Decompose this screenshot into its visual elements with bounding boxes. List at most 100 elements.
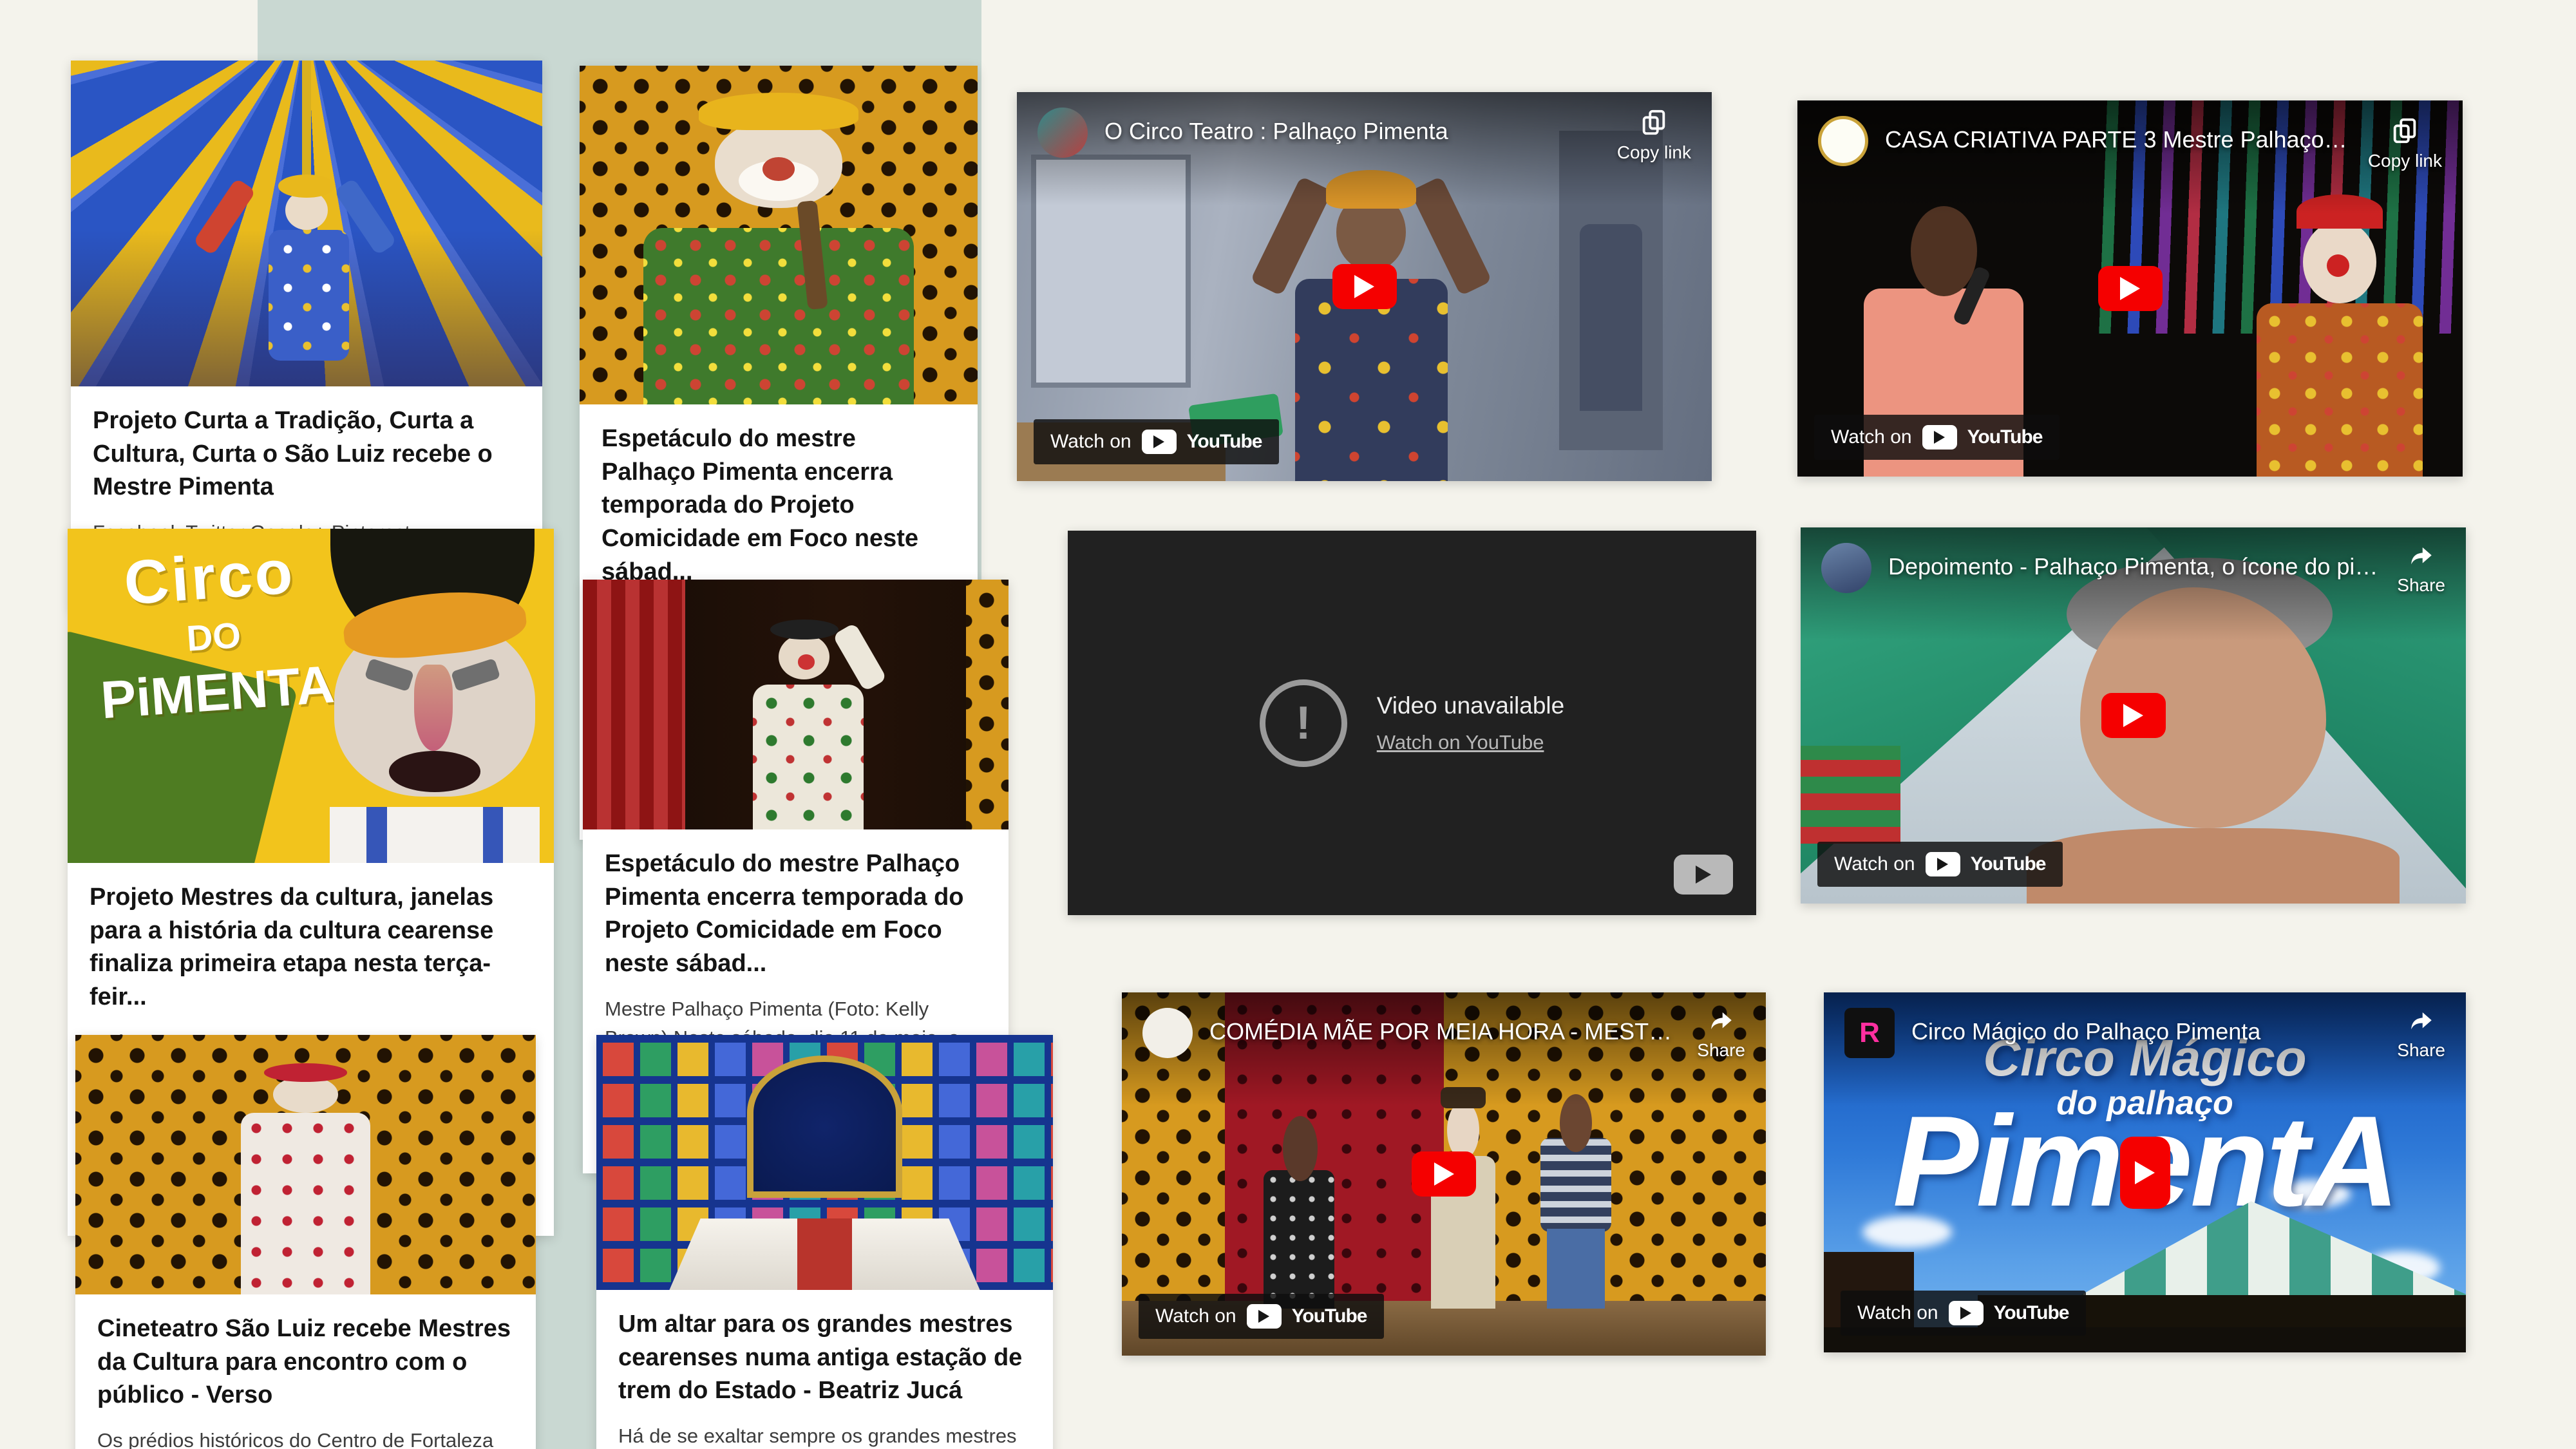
video-header: CASA CRIATIVA PARTE 3 Mestre Palhaço Pim…	[1797, 100, 2463, 214]
red-curtain	[583, 580, 685, 829]
unavailable-message: Video unavailable	[1377, 692, 1564, 719]
art-shape	[389, 751, 480, 791]
channel-avatar[interactable]	[1818, 116, 1868, 166]
article-excerpt: Há de se exaltar sempre os grandes mestr…	[618, 1422, 1031, 1449]
article-image-standing-clown	[75, 1035, 536, 1294]
article-image-stage-clown	[583, 580, 1009, 829]
art-shape	[2027, 828, 2399, 904]
article-title[interactable]: Espetáculo do mestre Palhaço Pimenta enc…	[601, 422, 956, 589]
error-icon: !	[1260, 679, 1347, 767]
channel-avatar[interactable]: R	[1844, 1008, 1895, 1058]
youtube-embed: CASA CRIATIVA PARTE 3 Mestre Palhaço Pim…	[1797, 100, 2463, 477]
clown-figure	[269, 230, 348, 360]
article-body: Cineteatro São Luiz recebe Mestres da Cu…	[75, 1294, 536, 1449]
youtube-logo-icon[interactable]	[1674, 855, 1733, 895]
play-icon	[1937, 858, 1948, 871]
play-button[interactable]	[2120, 1137, 2170, 1209]
error-texts: Video unavailable Watch on YouTube	[1377, 692, 1564, 754]
copy-icon	[2390, 116, 2420, 146]
watch-on-youtube-button[interactable]: Watch on YouTube	[1814, 415, 2060, 460]
share-button[interactable]: Share	[1697, 1008, 1745, 1061]
art-shape	[278, 175, 335, 197]
share-label: Share	[2397, 575, 2445, 596]
play-button[interactable]	[2101, 693, 2166, 738]
play-icon	[1434, 1162, 1454, 1186]
copy-link-label: Copy link	[1617, 142, 1691, 163]
share-button[interactable]: Share	[2397, 543, 2445, 596]
youtube-wordmark: YouTube	[1967, 426, 2043, 448]
copy-link-button[interactable]: Copy link	[1617, 108, 1691, 163]
art-shape	[264, 1063, 347, 1081]
watch-on-youtube-link[interactable]: Watch on YouTube	[1377, 731, 1544, 753]
play-button[interactable]	[1332, 264, 1397, 309]
watch-on-label: Watch on	[1857, 1302, 1938, 1324]
art-shape	[966, 580, 1009, 829]
news-card[interactable]: Um altar para os grandes mestres cearens…	[596, 1035, 1053, 1449]
play-button[interactable]	[1412, 1151, 1476, 1197]
clown-figure	[753, 685, 864, 829]
share-label: Share	[2397, 1040, 2445, 1061]
youtube-logo-icon	[1922, 425, 1957, 450]
video-title[interactable]: Circo Mágico do Palhaço Pimenta	[1911, 1018, 2380, 1045]
play-icon	[2135, 1161, 2155, 1184]
art-shape	[770, 620, 838, 639]
article-image-altar	[596, 1035, 1053, 1290]
share-button[interactable]: Share	[2397, 1008, 2445, 1061]
art-shape	[366, 807, 387, 863]
video-title[interactable]: CASA CRIATIVA PARTE 3 Mestre Palhaço Pim…	[1885, 126, 2351, 153]
clown-figure	[1295, 279, 1448, 481]
play-icon	[2120, 277, 2140, 300]
article-title[interactable]: Cineteatro São Luiz recebe Mestres da Cu…	[97, 1312, 514, 1412]
copy-link-button[interactable]: Copy link	[2368, 116, 2442, 171]
art-shape	[699, 93, 858, 130]
play-icon	[1934, 431, 1945, 444]
play-icon	[1258, 1310, 1269, 1323]
share-icon	[1706, 1008, 1737, 1035]
video-title[interactable]: O Circo Teatro : Palhaço Pimenta	[1104, 118, 1600, 145]
youtube-embed: O Circo Teatro : Palhaço Pimenta Copy li…	[1017, 92, 1712, 481]
watch-on-youtube-button[interactable]: Watch on YouTube	[1841, 1291, 2086, 1336]
youtube-embed: Circo Mágico do palhaço PimentA R Circo …	[1824, 992, 2466, 1352]
art-shape	[273, 1076, 337, 1112]
video-title[interactable]: Depoimento - Palhaço Pimenta, o ícone do…	[1888, 553, 2380, 580]
copy-link-label: Copy link	[2368, 151, 2442, 171]
watch-on-label: Watch on	[1831, 426, 1912, 448]
copy-icon	[1639, 108, 1669, 137]
clown-figure	[2257, 303, 2423, 477]
art-shape	[1283, 1116, 1318, 1182]
play-icon	[1354, 275, 1374, 298]
watch-on-youtube-button[interactable]: Watch on YouTube	[1817, 842, 2063, 887]
sign-line: PiMENTA	[80, 653, 355, 732]
watch-on-label: Watch on	[1050, 431, 1132, 453]
article-title[interactable]: Um altar para os grandes mestres cearens…	[618, 1308, 1031, 1408]
channel-avatar[interactable]	[1037, 108, 1088, 158]
art-shape	[1801, 746, 1900, 844]
video-header: Depoimento - Palhaço Pimenta, o ícone do…	[1801, 527, 2466, 641]
article-title[interactable]: Projeto Mestres da cultura, janelas para…	[90, 881, 532, 1014]
art-shape	[798, 654, 815, 669]
youtube-logo-icon	[1142, 430, 1177, 454]
play-button[interactable]	[2098, 266, 2163, 311]
art-shape	[193, 178, 256, 256]
watch-on-youtube-button[interactable]: Watch on YouTube	[1034, 419, 1279, 464]
altar-arch	[747, 1056, 902, 1198]
art-shape	[483, 807, 504, 863]
art-shape	[1911, 206, 1977, 296]
article-title[interactable]: Espetáculo do mestre Palhaço Pimenta enc…	[605, 848, 987, 981]
youtube-embed: COMÉDIA MÃE POR MEIA HORA - MESTRE PALHA…	[1122, 992, 1766, 1356]
youtube-embed: Depoimento - Palhaço Pimenta, o ícone do…	[1801, 527, 2466, 904]
channel-avatar[interactable]	[1821, 543, 1871, 593]
clown-face	[321, 609, 549, 863]
channel-avatar[interactable]	[1142, 1008, 1193, 1058]
youtube-wordmark: YouTube	[1994, 1302, 2069, 1324]
video-title[interactable]: COMÉDIA MÃE POR MEIA HORA - MESTRE PALHA…	[1209, 1018, 1680, 1045]
play-icon	[1696, 866, 1711, 884]
play-icon	[1960, 1307, 1971, 1320]
article-excerpt: Os prédios históricos do Centro de Forta…	[97, 1426, 514, 1449]
article-title[interactable]: Projeto Curta a Tradição, Curta a Cultur…	[93, 404, 520, 504]
article-body: Um altar para os grandes mestres cearens…	[596, 1290, 1053, 1449]
news-card[interactable]: Projeto Curta a Tradição, Curta a Cultur…	[71, 61, 542, 611]
news-card[interactable]: Cineteatro São Luiz recebe Mestres da Cu…	[75, 1035, 536, 1449]
watch-on-youtube-button[interactable]: Watch on YouTube	[1139, 1294, 1384, 1339]
clown-figure	[241, 1113, 370, 1294]
